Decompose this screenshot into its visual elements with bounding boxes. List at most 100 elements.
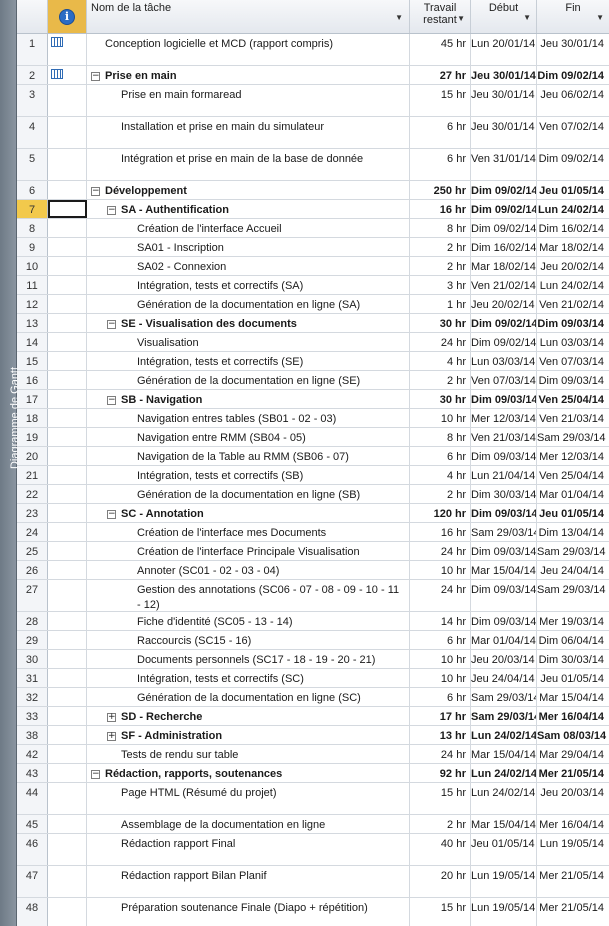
row-number[interactable]: 45 (17, 815, 48, 833)
finish-date-cell[interactable]: Jeu 06/02/14 (537, 85, 609, 116)
task-row[interactable]: 29 Raccourcis (SC15 - 16) 6 hr Mar 01/04/14… (17, 631, 609, 650)
row-number[interactable]: 13 (17, 314, 48, 332)
start-date-cell[interactable]: Mar 18/02/14 (471, 257, 537, 275)
remaining-work-cell[interactable]: 2 hr (410, 238, 471, 256)
task-name-cell[interactable]: Fiche d'identité (SC05 - 13 - 14) (87, 612, 410, 630)
remaining-work-cell[interactable]: 45 hr (410, 34, 471, 65)
collapse-icon[interactable]: − (91, 72, 100, 81)
remaining-work-cell[interactable]: 10 hr (410, 409, 471, 427)
row-number[interactable]: 27 (17, 580, 48, 611)
filter-dropdown-icon[interactable]: ▼ (395, 13, 403, 22)
remaining-work-cell[interactable]: 27 hr (410, 66, 471, 84)
task-row[interactable]: 32 Génération de la documentation en lign… (17, 688, 609, 707)
row-number[interactable]: 2 (17, 66, 48, 84)
task-row[interactable]: 25 Création de l'interface Principale Vis… (17, 542, 609, 561)
finish-date-cell[interactable]: Lun 24/02/14 (537, 200, 609, 218)
remaining-work-cell[interactable]: 10 hr (410, 650, 471, 668)
indicator-cell[interactable] (48, 650, 87, 668)
indicator-cell[interactable] (48, 200, 87, 218)
summary-task-row[interactable]: 23− SC - Annotation 120 hr Dim 09/03/14 Jeu … (17, 504, 609, 523)
task-name-cell[interactable]: − SA - Authentification (87, 200, 410, 218)
finish-date-cell[interactable]: Mar 18/02/14 (537, 238, 609, 256)
finish-date-cell[interactable]: Mer 21/05/14 (537, 764, 609, 782)
row-number[interactable]: 11 (17, 276, 48, 294)
finish-date-cell[interactable]: Dim 09/02/14 (537, 66, 609, 84)
task-name-cell[interactable]: Intégration, tests et correctifs (SE) (87, 352, 410, 370)
collapse-icon[interactable]: − (107, 206, 116, 215)
indicator-cell[interactable] (48, 409, 87, 427)
collapse-icon[interactable]: − (91, 770, 100, 779)
task-row[interactable]: 21 Intégration, tests et correctifs (SB) 4… (17, 466, 609, 485)
finish-date-cell[interactable]: Ven 21/03/14 (537, 409, 609, 427)
start-date-cell[interactable]: Dim 09/03/14 (471, 447, 537, 465)
task-name-cell[interactable]: Annoter (SC01 - 02 - 03 - 04) (87, 561, 410, 579)
finish-date-cell[interactable]: Mer 16/04/14 (537, 707, 609, 725)
finish-date-cell[interactable]: Sam 08/03/14 (537, 726, 609, 744)
indicator-cell[interactable] (48, 66, 87, 84)
row-number[interactable]: 25 (17, 542, 48, 560)
task-name-cell[interactable]: Intégration, tests et correctifs (SA) (87, 276, 410, 294)
task-row[interactable]: 48 Préparation soutenance Finale (Diapo +… (17, 898, 609, 926)
row-number[interactable]: 23 (17, 504, 48, 522)
task-row[interactable]: 44 Page HTML (Résumé du projet) 15 hr Lun 2… (17, 783, 609, 815)
start-date-cell[interactable]: Sam 29/03/14 (471, 523, 537, 541)
finish-date-cell[interactable]: Mer 21/05/14 (537, 898, 609, 926)
finish-date-cell[interactable]: Lun 19/05/14 (537, 834, 609, 865)
finish-date-cell[interactable]: Lun 24/02/14 (537, 276, 609, 294)
start-date-cell[interactable]: Lun 24/02/14 (471, 783, 537, 814)
start-date-cell[interactable]: Ven 31/01/14 (471, 149, 537, 180)
remaining-work-cell[interactable]: 24 hr (410, 580, 471, 611)
task-row[interactable]: 47 Rédaction rapport Bilan Planif 20 hr Lun… (17, 866, 609, 898)
task-row[interactable]: 18 Navigation entres tables (SB01 - 02 - … (17, 409, 609, 428)
indicator-cell[interactable] (48, 390, 87, 408)
start-date-cell[interactable]: Jeu 30/01/14 (471, 117, 537, 148)
filter-dropdown-icon[interactable]: ▼ (457, 13, 465, 25)
remaining-work-cell[interactable]: 1 hr (410, 295, 471, 313)
row-number[interactable]: 24 (17, 523, 48, 541)
task-name-cell[interactable]: + SD - Recherche (87, 707, 410, 725)
remaining-work-cell[interactable]: 120 hr (410, 504, 471, 522)
remaining-work-cell[interactable]: 2 hr (410, 485, 471, 503)
indicator-cell[interactable] (48, 866, 87, 897)
task-row[interactable]: 5 Intégration et prise en main de la base… (17, 149, 609, 181)
task-row[interactable]: 16 Génération de la documentation en lign… (17, 371, 609, 390)
remaining-work-cell[interactable]: 16 hr (410, 523, 471, 541)
summary-task-row[interactable]: 33 + SD - Recherche 17 hr Sam 29/03/14 Mer 16… (17, 707, 609, 726)
start-date-cell[interactable]: Jeu 24/04/14 (471, 669, 537, 687)
indicator-cell[interactable] (48, 707, 87, 725)
task-name-cell[interactable]: − SE - Visualisation des documents (87, 314, 410, 332)
summary-task-row[interactable]: 2− Prise en main 27 hr Jeu 30/01/14 Dim 09/0… (17, 66, 609, 85)
select-all-corner[interactable] (17, 0, 48, 33)
indicator-cell[interactable] (48, 726, 87, 744)
row-number[interactable]: 48 (17, 898, 48, 926)
row-number[interactable]: 26 (17, 561, 48, 579)
finish-date-cell[interactable]: Dim 16/02/14 (537, 219, 609, 237)
finish-date-cell[interactable]: Lun 03/03/14 (537, 333, 609, 351)
remaining-work-cell[interactable]: 17 hr (410, 707, 471, 725)
remaining-work-cell[interactable]: 10 hr (410, 669, 471, 687)
task-row[interactable]: 4 Installation et prise en main du simula… (17, 117, 609, 149)
finish-date-cell[interactable]: Jeu 20/03/14 (537, 783, 609, 814)
task-name-cell[interactable]: Navigation entres tables (SB01 - 02 - 03… (87, 409, 410, 427)
indicator-cell[interactable] (48, 428, 87, 446)
task-name-cell[interactable]: Conception logicielle et MCD (rapport co… (87, 34, 410, 65)
summary-task-row[interactable]: 43− Rédaction, rapports, soutenances 92 hr… (17, 764, 609, 783)
remaining-work-cell[interactable]: 2 hr (410, 257, 471, 275)
indicator-cell[interactable] (48, 815, 87, 833)
indicator-cell[interactable] (48, 238, 87, 256)
task-name-cell[interactable]: Gestion des annotations (SC06 - 07 - 08 … (87, 580, 410, 611)
row-number[interactable]: 4 (17, 117, 48, 148)
remaining-work-cell[interactable]: 15 hr (410, 898, 471, 926)
finish-date-cell[interactable]: Mer 19/03/14 (537, 612, 609, 630)
finish-date-cell[interactable]: Mar 01/04/14 (537, 485, 609, 503)
remaining-work-cell[interactable]: 2 hr (410, 371, 471, 389)
indicator-cell[interactable] (48, 542, 87, 560)
row-number[interactable]: 43 (17, 764, 48, 782)
summary-task-row[interactable]: 6− Développement 250 hr Dim 09/02/14 Jeu 01/… (17, 181, 609, 200)
finish-date-cell[interactable]: Mer 16/04/14 (537, 815, 609, 833)
remaining-work-cell[interactable]: 15 hr (410, 85, 471, 116)
indicator-cell[interactable] (48, 257, 87, 275)
indicator-cell[interactable] (48, 504, 87, 522)
finish-date-cell[interactable]: Dim 09/02/14 (537, 149, 609, 180)
gantt-view-sidebar[interactable]: Diagramme de Gantt (0, 0, 21, 926)
